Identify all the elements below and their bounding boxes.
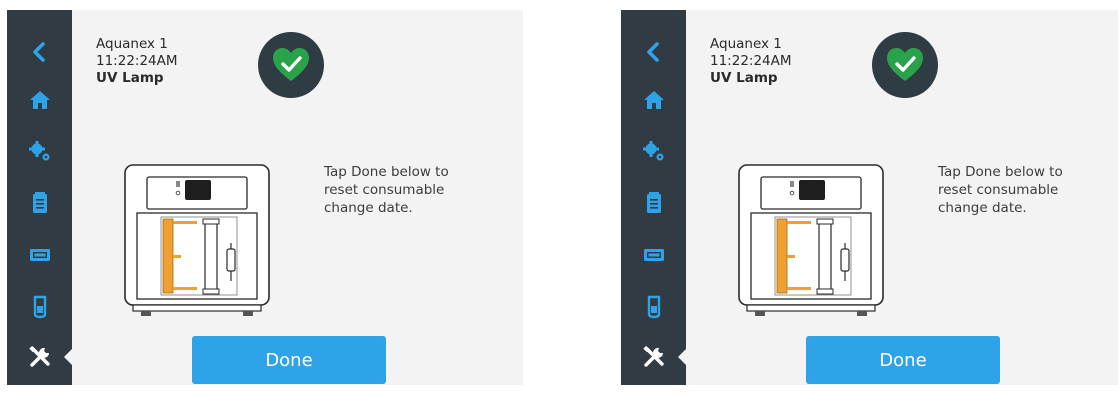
- nav-maintenance[interactable]: [621, 334, 687, 380]
- settings-gears-icon: [28, 141, 49, 161]
- instruction-text: Tap Done below to reset consumable chang…: [324, 164, 449, 216]
- nav-settings[interactable]: [7, 128, 72, 174]
- instruction-text: Tap Done below to reset consumable chang…: [938, 164, 1063, 216]
- back-button[interactable]: [7, 29, 72, 75]
- consumable-cartridge-icon: [29, 249, 50, 261]
- nav-home[interactable]: [7, 77, 72, 123]
- done-button[interactable]: Done: [806, 336, 1000, 384]
- device-screen-1: Aquanex 1 11:22:24AM UV Lamp Tap Done be…: [7, 10, 523, 385]
- nav-settings[interactable]: [621, 128, 686, 174]
- page-title: UV Lamp: [96, 70, 164, 86]
- nav-logbook[interactable]: [7, 180, 72, 226]
- settings-gears-icon: [642, 141, 663, 161]
- nav-consumables[interactable]: [7, 232, 72, 278]
- nav-samples[interactable]: [7, 284, 72, 330]
- nav-maintenance[interactable]: [7, 334, 73, 380]
- page-title: UV Lamp: [710, 70, 778, 86]
- device-info: Aquanex 1 11:22:24AM UV Lamp: [710, 36, 792, 87]
- clock-time: 11:22:24AM: [710, 53, 792, 69]
- clipboard-icon: [646, 192, 661, 213]
- nav-samples[interactable]: [621, 284, 686, 330]
- clipboard-icon: [32, 192, 47, 213]
- done-button[interactable]: Done: [192, 336, 386, 384]
- instrument-illustration: [119, 163, 275, 331]
- sidebar: [621, 10, 687, 385]
- clock-time: 11:22:24AM: [96, 53, 178, 69]
- device-screen-2: Aquanex 1 11:22:24AM UV Lamp Tap Done be…: [621, 10, 1118, 385]
- instrument-illustration: [733, 163, 889, 331]
- heart-check-icon: [273, 48, 309, 81]
- tools-icon: [28, 345, 50, 367]
- beaker-icon: [647, 295, 660, 319]
- home-icon: [29, 91, 50, 109]
- nav-logbook[interactable]: [621, 180, 686, 226]
- nav-home[interactable]: [621, 77, 686, 123]
- beaker-icon: [33, 295, 46, 319]
- device-name: Aquanex 1: [710, 36, 782, 52]
- heart-check-icon: [887, 48, 923, 81]
- device-info: Aquanex 1 11:22:24AM UV Lamp: [96, 36, 178, 87]
- device-name: Aquanex 1: [96, 36, 168, 52]
- tools-icon: [642, 345, 664, 367]
- status-badge: [258, 32, 324, 98]
- home-icon: [643, 91, 664, 109]
- back-button[interactable]: [621, 29, 686, 75]
- status-badge: [872, 32, 938, 98]
- back-chevron-icon: [646, 42, 659, 62]
- consumable-cartridge-icon: [643, 249, 664, 261]
- sidebar: [7, 10, 73, 385]
- nav-consumables[interactable]: [621, 232, 686, 278]
- back-chevron-icon: [32, 42, 45, 62]
